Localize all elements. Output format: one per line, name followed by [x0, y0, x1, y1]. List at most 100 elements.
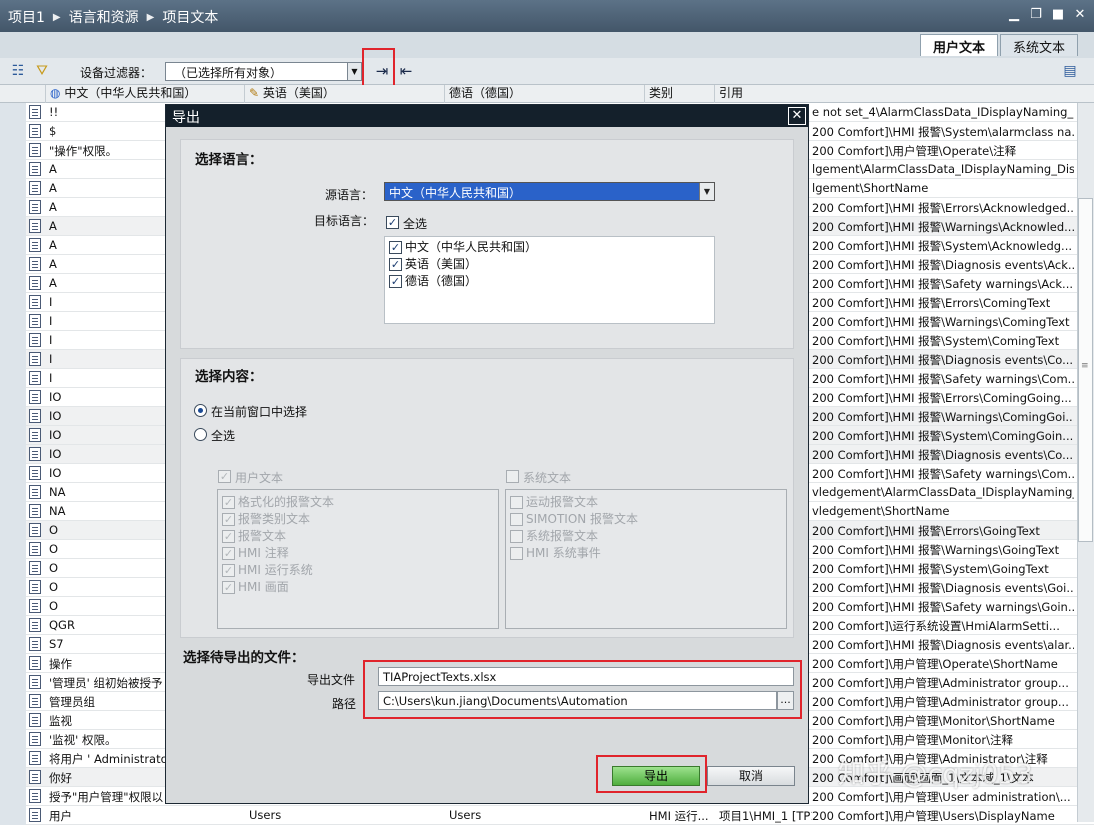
cell-reference[interactable]: vledgement\AlarmClassData_IDisplayNaming…: [812, 485, 1074, 499]
user-text-option[interactable]: ✓ 报警文本: [222, 527, 286, 543]
cell-zh[interactable]: O: [49, 580, 165, 594]
cell-zh[interactable]: '管理员' 组初始被授予: [49, 675, 165, 691]
column-de[interactable]: 德语（德国）: [445, 85, 645, 103]
cell-zh[interactable]: 操作: [49, 656, 165, 672]
user-text-option[interactable]: ✓ 格式化的报警文本: [222, 493, 334, 509]
target-language-item[interactable]: ✓ 英语（美国）: [389, 255, 477, 271]
cell-zh[interactable]: 监视: [49, 713, 165, 729]
cell-reference[interactable]: 200 Comfort]\HMI 报警\Errors\ComingText: [812, 295, 1074, 311]
checkbox-checked-icon[interactable]: ✓: [222, 547, 235, 560]
cell-zh[interactable]: 授予"用户管理"权限以: [49, 789, 165, 805]
cell-reference[interactable]: 200 Comfort]\HMI 报警\Diagnosis events\Goi…: [812, 580, 1074, 596]
cell-reference[interactable]: 200 Comfort]\HMI 报警\System\ComingGoin...: [812, 428, 1074, 444]
cell-reference[interactable]: 200 Comfort]\HMI 报警\Warnings\GoingText: [812, 542, 1074, 558]
user-text-option[interactable]: ✓ HMI 画面: [222, 578, 289, 594]
close-icon[interactable]: ✕: [788, 107, 806, 125]
select-all-languages-checkbox[interactable]: ✓: [386, 216, 399, 229]
user-texts-checkbox[interactable]: ✓: [218, 470, 231, 483]
checkbox-checked-icon[interactable]: ✓: [389, 258, 402, 271]
cell-zh[interactable]: 将用户 ' Administrato: [49, 751, 165, 767]
checkbox-checked-icon[interactable]: ✓: [222, 581, 235, 594]
checkbox-unchecked-icon[interactable]: [510, 530, 523, 543]
radio-current-window[interactable]: [194, 404, 207, 417]
cell-reference[interactable]: 200 Comfort]\HMI 报警\Warnings\Acknowled..…: [812, 219, 1074, 235]
cell-zh[interactable]: IO: [49, 447, 165, 461]
cell-de[interactable]: Users: [449, 808, 639, 822]
cell-reference[interactable]: vledgement\ShortName: [812, 504, 1074, 518]
device-filter-select[interactable]: （已选择所有对象） ▼: [165, 62, 362, 81]
checkbox-checked-icon[interactable]: ✓: [222, 530, 235, 543]
checkbox-checked-icon[interactable]: ✓: [222, 513, 235, 526]
checkbox-checked-icon[interactable]: ✓: [222, 564, 235, 577]
cell-zh[interactable]: O: [49, 523, 165, 537]
cell-reference[interactable]: 200 Comfort]\HMI 报警\Diagnosis events\ala…: [812, 637, 1074, 653]
system-text-option[interactable]: SIMOTION 报警文本: [510, 510, 638, 526]
user-text-option[interactable]: ✓ HMI 运行系统: [222, 561, 313, 577]
cell-reference[interactable]: 200 Comfort]\运行系统设置\HmiAlarmSetti...: [812, 618, 1074, 634]
cell-en[interactable]: Users: [249, 808, 439, 822]
cell-reference[interactable]: e not set_4\AlarmClassData_IDisplayNamin…: [812, 105, 1074, 119]
cell-reference[interactable]: 200 Comfort]\HMI 报警\System\ComingText: [812, 333, 1074, 349]
cell-reference[interactable]: 200 Comfort]\HMI 报警\System\GoingText: [812, 561, 1074, 577]
cell-zh[interactable]: IO: [49, 428, 165, 442]
radio-select-all[interactable]: [194, 428, 207, 441]
chevron-down-icon[interactable]: ▼: [347, 63, 361, 80]
cell-reference[interactable]: 200 Comfort]\用户管理\Administrator group...: [812, 694, 1074, 710]
cell-reference[interactable]: 200 Comfort]\HMI 报警\Errors\ComingGoing..…: [812, 390, 1074, 406]
target-language-item[interactable]: ✓ 德语（德国）: [389, 272, 477, 288]
cell-zh[interactable]: QGR: [49, 618, 165, 632]
cell-zh[interactable]: $: [49, 124, 165, 138]
cell-reference[interactable]: 200 Comfort]\HMI 报警\Warnings\ComingText: [812, 314, 1074, 330]
cell-zh[interactable]: A: [49, 276, 165, 290]
user-text-option[interactable]: ✓ HMI 注释: [222, 544, 289, 560]
breadcrumb-project[interactable]: 项目1: [8, 7, 45, 27]
cell-reference[interactable]: 200 Comfort]\用户管理\Operate\ShortName: [812, 656, 1074, 672]
user-text-option[interactable]: ✓ 报警类别文本: [222, 510, 310, 526]
cell-reference[interactable]: 200 Comfort]\HMI 报警\Safety warnings\Ack.…: [812, 276, 1074, 292]
cell-reference[interactable]: 200 Comfort]\HMI 报警\Safety warnings\Com.…: [812, 466, 1074, 482]
cell-reference[interactable]: 200 Comfort]\HMI 报警\Safety warnings\Com.…: [812, 371, 1074, 387]
column-zh[interactable]: ◍ 中文（中华人民共和国）: [46, 85, 245, 103]
cell-zh[interactable]: IO: [49, 466, 165, 480]
cell-zh[interactable]: A: [49, 200, 165, 214]
cell-reference[interactable]: 200 Comfort]\HMI 报警\Errors\Acknowledged.…: [812, 200, 1074, 216]
system-texts-checkbox[interactable]: [506, 470, 519, 483]
cell-reference[interactable]: 200 Comfort]\用户管理\Monitor\注释: [812, 732, 1074, 748]
cancel-button[interactable]: 取消: [707, 766, 795, 786]
restore-icon[interactable]: ❐: [1028, 6, 1044, 24]
table-row[interactable]: 用户 Users Users HMI 运行... 项目1\HMI_1 [TP1 200 C…: [0, 806, 1094, 825]
checkbox-checked-icon[interactable]: ✓: [389, 275, 402, 288]
cell-reference[interactable]: lgement\AlarmClassData_IDisplayNaming_Di…: [812, 162, 1074, 176]
cell-reference[interactable]: 200 Comfort]\HMI 报警\Diagnosis events\Co.…: [812, 447, 1074, 463]
column-category[interactable]: 类别: [645, 85, 715, 103]
cell-zh[interactable]: !!: [49, 105, 165, 119]
cell-reference[interactable]: 200 Comfort]\HMI 报警\Diagnosis events\Ack…: [812, 257, 1074, 273]
tree-view-icon[interactable]: ☷: [8, 61, 28, 81]
cell-reference[interactable]: lgement\ShortName: [812, 181, 1074, 195]
cell-zh[interactable]: O: [49, 599, 165, 613]
filter-icon[interactable]: ⛛: [32, 61, 52, 81]
checkbox-checked-icon[interactable]: ✓: [389, 241, 402, 254]
cell-zh[interactable]: NA: [49, 504, 165, 518]
checkbox-unchecked-icon[interactable]: [510, 513, 523, 526]
cell-zh[interactable]: IO: [49, 409, 165, 423]
cell-zh[interactable]: S7: [49, 637, 165, 651]
cell-zh[interactable]: O: [49, 561, 165, 575]
cell-zh[interactable]: "操作"权限。: [49, 143, 165, 159]
cell-reference[interactable]: 200 Comfort]\用户管理\Operate\注释: [812, 143, 1074, 159]
cell-reference[interactable]: 200 Comfort]\HMI 报警\System\Acknowledg...: [812, 238, 1074, 254]
cell-zh[interactable]: IO: [49, 390, 165, 404]
cell-zh[interactable]: I: [49, 314, 165, 328]
system-text-option[interactable]: 运动报警文本: [510, 493, 598, 509]
column-reference[interactable]: 引用: [715, 85, 1077, 103]
target-language-item[interactable]: ✓ 中文（中华人民共和国）: [389, 238, 537, 254]
cell-zh[interactable]: I: [49, 371, 165, 385]
tab-user-texts[interactable]: 用户文本: [919, 34, 998, 56]
system-text-option[interactable]: 系统报警文本: [510, 527, 598, 543]
column-en[interactable]: ✎ 英语（美国）: [245, 85, 445, 103]
cell-zh[interactable]: 管理员组: [49, 694, 165, 710]
cell-zh[interactable]: 你好: [49, 770, 165, 786]
tab-system-texts[interactable]: 系统文本: [999, 34, 1078, 56]
cell-reference[interactable]: 200 Comfort]\HMI 报警\Errors\GoingText: [812, 523, 1074, 539]
checkbox-unchecked-icon[interactable]: [510, 496, 523, 509]
